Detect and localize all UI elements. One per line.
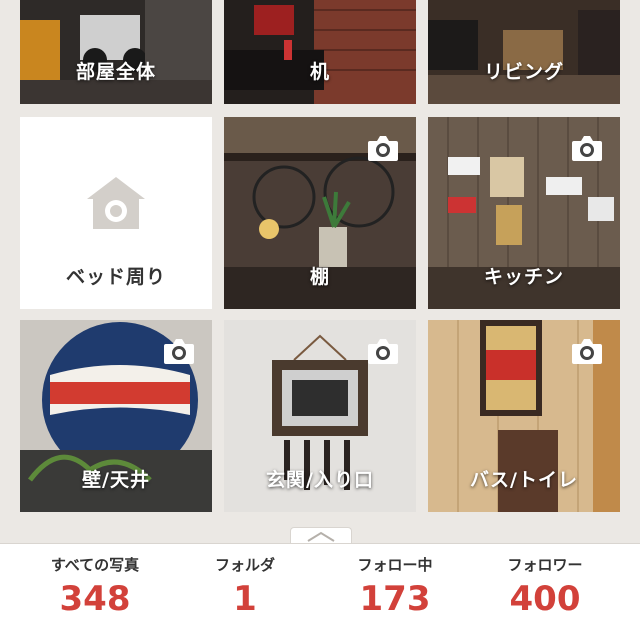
stat-value: 348 [59, 579, 131, 619]
camera-icon [164, 339, 194, 364]
stat-value: 173 [359, 579, 431, 619]
folder-label: ベッド周り [65, 266, 166, 288]
stat-value: 1 [233, 579, 257, 619]
camera-icon [368, 136, 398, 161]
stat-label: すべての写真 [50, 556, 140, 574]
folder-label: キッチン [483, 266, 564, 288]
stat-following[interactable]: フォロー中 173 [315, 544, 475, 619]
folder-tile-shelf[interactable]: 棚 [224, 117, 416, 309]
camera-icon [572, 339, 602, 364]
camera-icon [572, 136, 602, 161]
folder-tile-bed[interactable]: ベッド周り [20, 117, 212, 309]
folder-photo [224, 0, 416, 104]
camera-icon [368, 339, 398, 364]
folder-tile-living[interactable]: リビング [428, 0, 620, 104]
folder-tile-entrance[interactable]: 玄関/入り口 [224, 320, 416, 512]
folder-tile-bath[interactable]: バス/トイレ [428, 320, 620, 512]
profile-stats-bar: すべての写真 348 フォルダ 1 フォロー中 173 フォロワー 400 [0, 543, 640, 641]
stat-folders[interactable]: フォルダ 1 [165, 544, 325, 619]
folder-label: リビング [483, 61, 564, 83]
folder-label: 机 [309, 61, 330, 83]
stat-followers[interactable]: フォロワー 400 [465, 544, 625, 619]
stat-label: フォルダ [214, 556, 275, 574]
stat-label: フォロワー [507, 556, 583, 574]
stat-value: 400 [509, 579, 581, 619]
folder-photo [20, 0, 212, 104]
folder-label: 玄関/入り口 [266, 469, 374, 491]
folder-tile-room[interactable]: 部屋全体 [20, 0, 212, 104]
stat-all-photos[interactable]: すべての写真 348 [15, 544, 175, 619]
stat-label: フォロー中 [357, 556, 433, 574]
folder-label: 部屋全体 [75, 61, 156, 83]
folder-tile-wall[interactable]: 壁/天井 [20, 320, 212, 512]
folder-grid: 部屋全体 机 リビング ベッド周り 棚 キッチン 壁/天井 玄関/入り口 バス/… [0, 0, 640, 520]
folder-photo [428, 0, 620, 104]
house-camera-icon [87, 177, 145, 229]
chevron-up-icon [307, 531, 335, 542]
folder-tile-desk[interactable]: 机 [224, 0, 416, 104]
folder-label: 壁/天井 [82, 469, 150, 491]
folder-label: 棚 [309, 266, 330, 288]
folder-label: バス/トイレ [470, 469, 578, 491]
folder-tile-kitchen[interactable]: キッチン [428, 117, 620, 309]
